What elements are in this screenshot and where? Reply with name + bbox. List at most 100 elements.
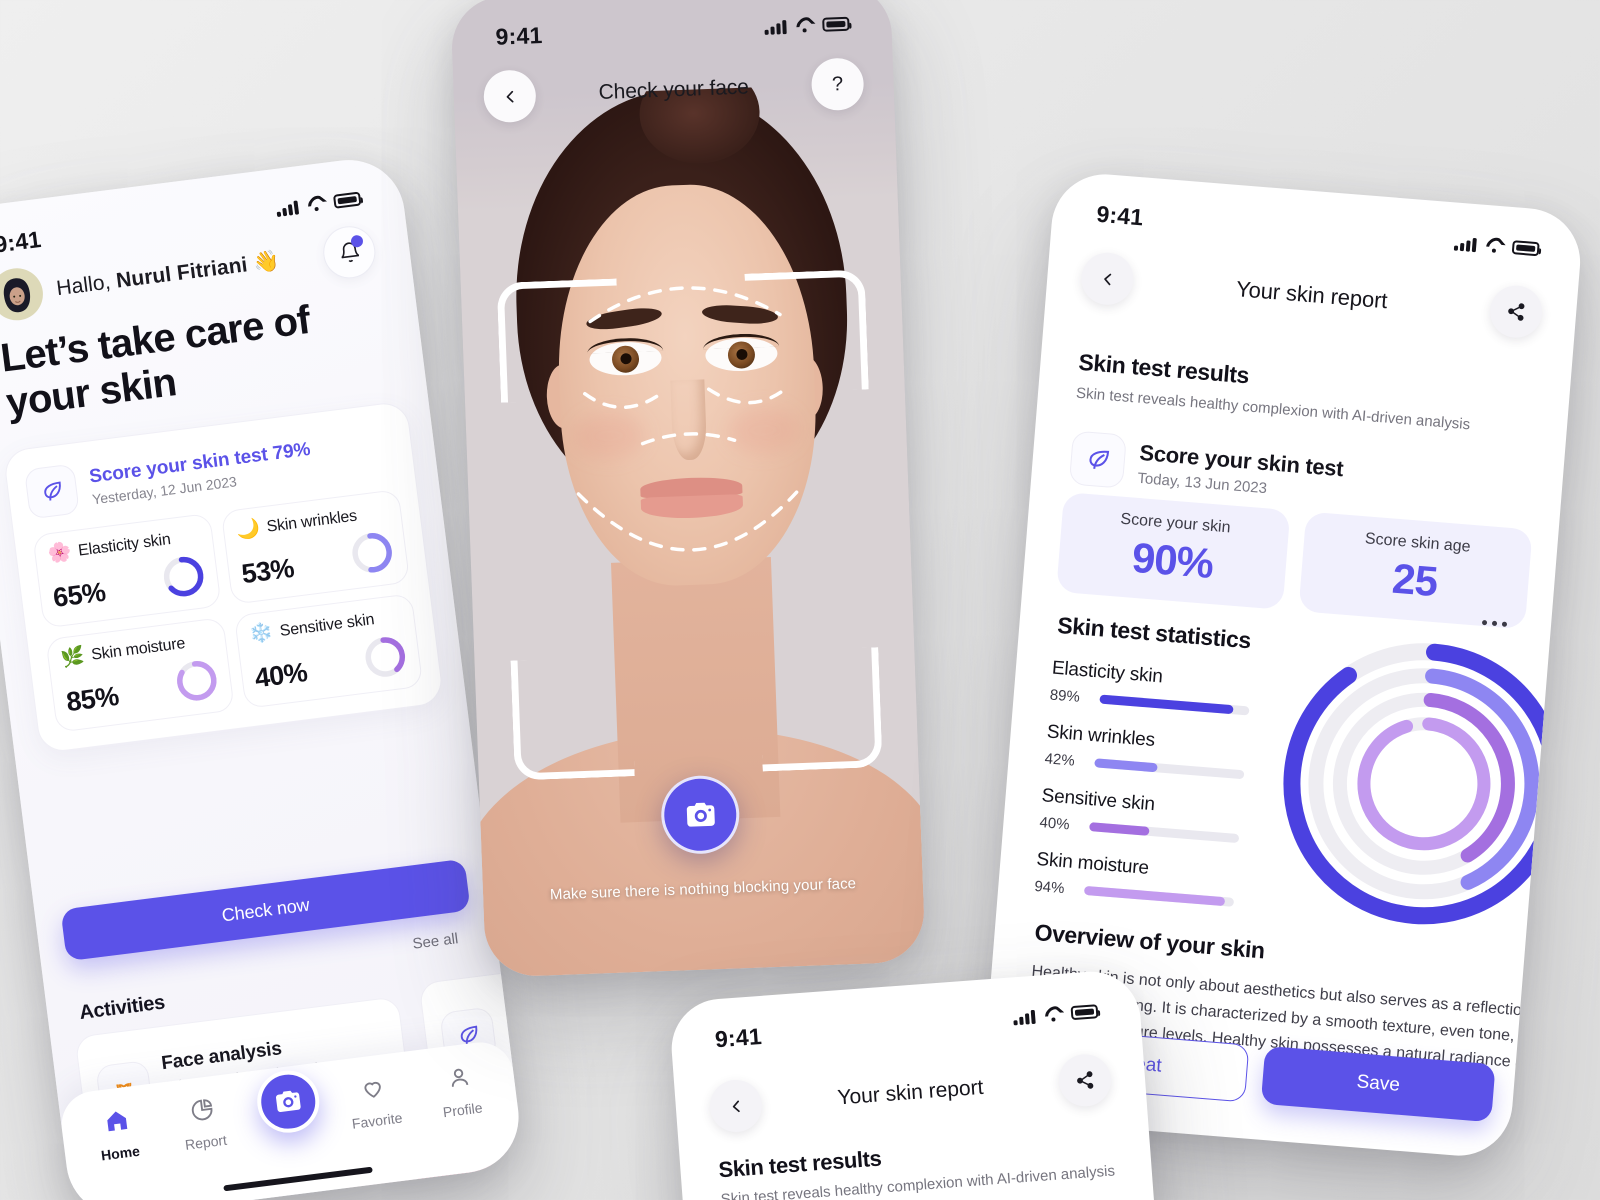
stat-row: Skin moisture 94% (1034, 849, 1237, 911)
share-button[interactable] (1488, 283, 1545, 340)
phone-camera-screen: 9:41 Check your face ? Make sure there i… (450, 0, 926, 978)
battery-icon (1511, 240, 1540, 257)
score-card: Score your skin test 79% Yesterday, 12 J… (2, 400, 445, 754)
results-title: Skin test results (1077, 348, 1251, 389)
donut-track (1283, 643, 1565, 925)
stats-title: Skin test statistics (1056, 611, 1252, 654)
metric-label: Sensitive skin (278, 610, 376, 640)
stat-value: 40% (1038, 814, 1071, 834)
metric-card[interactable]: 🌙 Skin wrinkles 53% (220, 489, 411, 605)
stat-track (1089, 822, 1240, 844)
notification-button[interactable] (320, 223, 379, 282)
stat-row: Sensitive skin 40% (1039, 785, 1242, 847)
tab-profile[interactable]: Profile (420, 1061, 500, 1123)
tab-report[interactable]: Report (164, 1093, 244, 1155)
activity-desc-line2: an (509, 1041, 526, 1060)
camera-icon (686, 802, 715, 827)
leaf-icon-box (23, 463, 80, 520)
avatar[interactable] (0, 265, 46, 324)
wifi-icon (1485, 238, 1504, 253)
avatar-portrait-icon (3, 278, 31, 313)
metric-emoji: 🌿 (59, 645, 86, 670)
heart-icon (359, 1074, 388, 1107)
tab-favorite[interactable]: Favorite (335, 1071, 415, 1133)
results-subtitle: Skin test reveals healthy complexion wit… (1075, 384, 1471, 434)
greeting-text: Hallo, Nurul Fitriani 👋 (55, 249, 281, 301)
home-screen: 9:41 Hallo, Nurul Fitriani 👋 Let’s take … (0, 154, 526, 1200)
status-bar-report-2: 9:41 (668, 968, 1141, 1064)
scan-bracket-top-left (496, 278, 621, 403)
score-box: Score your skin 90% (1056, 491, 1291, 610)
scan-bracket-bottom-right (758, 647, 883, 772)
metric-emoji: 🌸 (46, 541, 73, 566)
user-name: Nurul Fitriani (114, 253, 249, 293)
signal-bars-icon (1013, 1008, 1036, 1025)
tab-home[interactable]: Home (78, 1104, 158, 1166)
signal-bars-icon (1453, 235, 1477, 252)
stat-fill (1094, 758, 1158, 773)
leaf-icon (43, 481, 61, 501)
metric-ring-gauge (177, 661, 217, 701)
stat-row: Elasticity skin 89% (1049, 658, 1252, 720)
activities-section-title: Activities (78, 991, 167, 1025)
metric-value: 53% (239, 552, 296, 590)
metric-card[interactable]: 🌸 Elasticity skin 65% (32, 512, 222, 629)
activity-name-2: Fa (504, 997, 526, 1021)
camera-fab[interactable] (253, 1067, 323, 1137)
share-button[interactable] (1057, 1052, 1113, 1109)
metric-label: Skin wrinkles (265, 507, 358, 536)
stat-fill (1083, 885, 1226, 907)
scan-bracket-top-right (744, 269, 869, 394)
person-icon (445, 1064, 474, 1097)
donut-arc (1357, 717, 1491, 851)
help-label: ? (831, 72, 844, 95)
phone-home-screen: 9:41 Hallo, Nurul Fitriani 👋 Let’s take … (0, 153, 526, 1200)
stat-value: 89% (1049, 686, 1081, 706)
home-icon (102, 1107, 131, 1140)
camera-screen: 9:41 Check your face ? Make sure there i… (450, 0, 926, 978)
tab-label: Profile (441, 1099, 484, 1121)
metric-emoji: ❄️ (248, 621, 275, 646)
overview-title: Overview of your skin (1033, 919, 1266, 964)
metric-label: Skin moisture (90, 634, 187, 664)
metric-ring-gauge (163, 556, 204, 597)
status-time-camera: 9:41 (495, 21, 543, 50)
chart-pie-icon (188, 1096, 217, 1129)
stats-donut-chart (1262, 622, 1584, 945)
metric-value: 65% (51, 576, 108, 614)
score-box: Score skin age 25 (1298, 511, 1533, 630)
metric-card[interactable]: ❄️ Sensitive skin 40% (233, 593, 424, 709)
metric-emoji: 🌙 (235, 517, 262, 542)
tab-label: Home (100, 1142, 141, 1164)
metric-label: Elasticity skin (77, 530, 172, 560)
share-icon (1508, 303, 1525, 321)
stat-track (1094, 758, 1245, 780)
tab-label: Report (184, 1131, 228, 1153)
activity-desc-2: Tak an (507, 1022, 525, 1061)
status-time-report-2: 9:41 (714, 1022, 763, 1052)
metric-card[interactable]: 🌿 Skin moisture 85% (45, 617, 235, 733)
stat-value: 42% (1044, 750, 1076, 770)
help-button[interactable]: ? (810, 57, 865, 112)
status-time: 9:41 (0, 225, 43, 258)
stat-track (1083, 885, 1235, 907)
signal-bars-icon (764, 19, 787, 35)
report-nav-bar-2: Your skin report (674, 1050, 1147, 1136)
status-time-report: 9:41 (1095, 200, 1145, 230)
metrics-grid: 🌸 Elasticity skin 65% 🌙 Skin wrinkles 53% 🌿 Ski… (32, 489, 424, 733)
stat-fill (1099, 694, 1234, 715)
see-all-link[interactable]: See all (412, 930, 460, 953)
metric-value: 85% (64, 680, 121, 718)
scan-bracket-bottom-left (510, 656, 635, 781)
wave-emoji: 👋 (251, 249, 281, 276)
battery-icon (332, 191, 362, 209)
tab-camera[interactable] (249, 1067, 328, 1137)
report-screen-secondary: 9:41 Your skin report Skin test results … (668, 968, 1162, 1200)
home-indicator (222, 1166, 373, 1192)
check-now-button[interactable]: Check now (60, 858, 471, 962)
activity-desc-line1: Tak (507, 1022, 526, 1042)
leaf-icon-box (1068, 430, 1127, 489)
mockup-stage: 9:41 Hallo, Nurul Fitriani 👋 Let’s take … (0, 0, 1600, 1200)
wifi-icon (1044, 1007, 1063, 1022)
stat-row: Skin wrinkles 42% (1044, 721, 1247, 783)
